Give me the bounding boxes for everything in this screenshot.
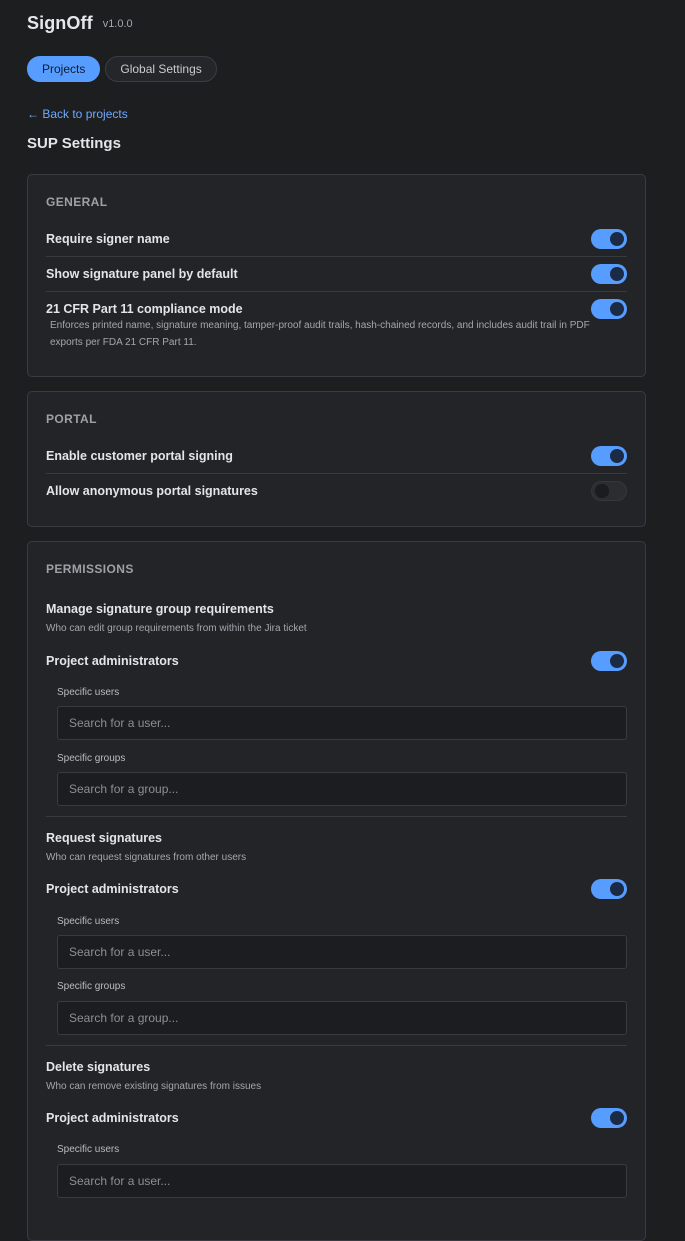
settings-page: SignOff v1.0.0 Projects Global Settings …	[27, 0, 646, 1241]
divider	[46, 816, 627, 817]
general-section: GENERAL Require signer name Show signatu…	[27, 174, 646, 377]
permissions-section: PERMISSIONS Manage signature group requi…	[27, 541, 646, 1241]
tab-global-settings[interactable]: Global Settings	[105, 56, 217, 82]
portal-section-title: PORTAL	[46, 412, 97, 426]
back-to-projects-link[interactable]: ← Back to projects	[27, 107, 128, 121]
page-title: SUP Settings	[27, 135, 121, 152]
divider	[46, 291, 627, 292]
delete-signatures-description: Who can remove existing signatures from …	[46, 1081, 262, 1092]
specific-groups-label: Specific groups	[57, 753, 126, 764]
request-signatures-group-search[interactable]	[57, 1001, 627, 1035]
manage-requirements-group-search[interactable]	[57, 772, 627, 806]
manage-requirements-description: Who can edit group requirements from wit…	[46, 623, 307, 634]
enable-portal-signing-toggle[interactable]	[591, 446, 627, 466]
setting-label: Show signature panel by default	[46, 267, 238, 281]
toggle-knob	[610, 232, 624, 246]
app-header: SignOff v1.0.0	[27, 0, 646, 46]
divider	[46, 473, 627, 474]
divider	[46, 256, 627, 257]
tab-projects[interactable]: Projects	[27, 56, 101, 82]
toggle-knob	[610, 882, 624, 896]
request-signatures-title: Request signatures	[46, 831, 163, 845]
setting-anonymous-portal-signatures: Allow anonymous portal signatures	[46, 480, 627, 502]
setting-label: 21 CFR Part 11 compliance mode	[46, 302, 243, 316]
tab-bar: Projects Global Settings	[27, 56, 646, 82]
general-section-title: GENERAL	[46, 195, 108, 209]
toggle-knob	[610, 267, 624, 281]
require-signer-name-toggle[interactable]	[591, 229, 627, 249]
delete-signatures-user-search[interactable]	[57, 1164, 627, 1198]
specific-users-label: Specific users	[57, 1144, 120, 1155]
request-signatures-description: Who can request signatures from other us…	[46, 852, 247, 863]
setting-label: Require signer name	[46, 232, 170, 246]
admin-label: Project administrators	[46, 1111, 179, 1125]
manage-requirements-admin-toggle[interactable]	[591, 651, 627, 671]
delete-signatures-admin-row: Project administrators	[46, 1107, 627, 1129]
specific-users-label: Specific users	[57, 916, 120, 927]
divider	[46, 1045, 627, 1046]
manage-requirements-user-search[interactable]	[57, 706, 627, 740]
specific-users-label: Specific users	[57, 687, 120, 698]
toggle-knob	[610, 302, 624, 316]
setting-show-signature-panel: Show signature panel by default	[46, 263, 627, 285]
app-title: SignOff	[27, 12, 93, 33]
setting-require-signer-name: Require signer name	[46, 228, 627, 250]
app-version: v1.0.0	[102, 18, 133, 30]
delete-signatures-admin-toggle[interactable]	[591, 1108, 627, 1128]
show-signature-panel-toggle[interactable]	[591, 264, 627, 284]
anonymous-portal-signatures-toggle[interactable]	[591, 481, 627, 501]
specific-groups-label: Specific groups	[57, 981, 126, 992]
setting-label: Enable customer portal signing	[46, 449, 233, 463]
toggle-knob	[610, 1111, 624, 1125]
delete-signatures-title: Delete signatures	[46, 1060, 151, 1074]
request-signatures-user-search[interactable]	[57, 935, 627, 969]
request-signatures-admin-toggle[interactable]	[591, 879, 627, 899]
cfr-compliance-description: Enforces printed name, signature meaning…	[50, 320, 590, 348]
toggle-knob	[610, 654, 624, 668]
setting-enable-portal-signing: Enable customer portal signing	[46, 445, 627, 467]
manage-requirements-admin-row: Project administrators	[46, 650, 627, 672]
request-signatures-admin-row: Project administrators	[46, 878, 627, 900]
admin-label: Project administrators	[46, 654, 179, 668]
setting-label: Allow anonymous portal signatures	[46, 484, 258, 498]
toggle-knob	[595, 484, 609, 498]
cfr-compliance-toggle[interactable]	[591, 299, 627, 319]
admin-label: Project administrators	[46, 882, 179, 896]
portal-section: PORTAL Enable customer portal signing Al…	[27, 391, 646, 527]
toggle-knob	[610, 449, 624, 463]
permissions-section-title: PERMISSIONS	[46, 562, 134, 576]
manage-requirements-title: Manage signature group requirements	[46, 602, 274, 616]
